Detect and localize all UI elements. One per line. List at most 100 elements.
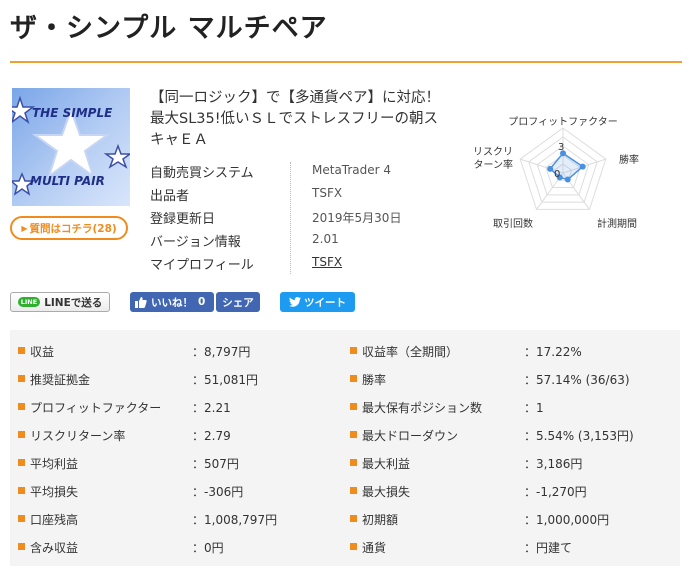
- bullet-square-icon: [18, 431, 25, 438]
- stat-value: ：17.22%: [524, 345, 582, 359]
- stat-label: 最大損失: [362, 485, 411, 499]
- stat-label: 含み収益: [30, 541, 79, 555]
- stat-label: 平均損失: [30, 485, 79, 499]
- tweet-label: ツイート: [304, 296, 346, 309]
- info-label: マイプロフィール: [150, 258, 254, 273]
- info-value: 2019年5月30日: [312, 211, 402, 225]
- info-value: TSFX: [312, 186, 343, 200]
- bullet-square-icon: [18, 347, 25, 354]
- bullet-square-icon: [18, 459, 25, 466]
- image-text-line2: MULTI PAIR: [30, 174, 105, 188]
- bullet-square-icon: [350, 347, 357, 354]
- bullet-square-icon: [18, 403, 25, 410]
- stats-panel: 収益 ：8,797円 推奨証拠金 ：51,081円 プロフィットファクター ：2.21…: [10, 330, 680, 566]
- radar-scale-label: 3: [558, 142, 564, 153]
- stat-label: 初期額: [362, 513, 399, 527]
- question-button[interactable]: ▶ 質問はコチラ(28): [10, 216, 128, 240]
- profile-link[interactable]: TSFX: [312, 255, 342, 269]
- info-label: バージョン情報: [150, 235, 241, 250]
- stat-value: ：3,186円: [524, 457, 583, 471]
- bullet-square-icon: [350, 403, 357, 410]
- radar-axis-label: 計測期間: [597, 217, 637, 230]
- stat-item: 最大損失 ：-1,270円: [342, 476, 672, 504]
- page-title: ザ・シンプル マルチペア: [10, 13, 328, 44]
- stat-value: ：円建て: [524, 541, 573, 555]
- stat-item: 平均損失 ：-306円: [10, 476, 340, 504]
- line-send-label: LINEで送る: [44, 296, 103, 309]
- info-label: 出品者: [150, 189, 190, 204]
- question-button-label: 質問はコチラ(28): [29, 222, 117, 235]
- stat-label: 口座残高: [30, 513, 79, 527]
- stat-label: 推奨証拠金: [30, 373, 91, 387]
- stat-label: 最大保有ポジション数: [362, 401, 483, 415]
- stat-item: 口座残高 ：1,008,797円: [10, 504, 340, 532]
- bullet-square-icon: [350, 375, 357, 382]
- stat-item: 最大ドローダウン ：5.54% (3,153円): [342, 420, 672, 448]
- stat-label: 勝率: [362, 373, 387, 387]
- title-divider: [10, 61, 682, 63]
- info-column-divider: [290, 162, 291, 274]
- stat-item: 勝率 ：57.14% (36/63): [342, 364, 672, 392]
- stat-value: ：507円: [192, 457, 239, 471]
- stat-value: ：-306円: [192, 485, 244, 499]
- like-label: いいね！: [151, 296, 193, 309]
- stat-label: 最大利益: [362, 457, 411, 471]
- facebook-share-button[interactable]: シェア: [216, 292, 260, 312]
- info-label: 登録更新日: [150, 212, 216, 227]
- radar-chart: 3 0 プロフィットファクター勝率計測期間 取引回数 リスクリターン率: [473, 116, 639, 230]
- stat-label: 収益率（全期間）: [362, 345, 459, 359]
- stat-item: 含み収益 ：0円: [10, 532, 340, 560]
- stat-value: ：2.21: [192, 401, 231, 415]
- like-button[interactable]: いいね！ 0: [130, 292, 214, 312]
- stat-value: ：51,081円: [192, 373, 258, 387]
- radar-scale-label: 0: [554, 169, 560, 180]
- radar-point: [579, 163, 586, 170]
- stat-item: 最大利益 ：3,186円: [342, 448, 672, 476]
- stat-label: 最大ドローダウン: [362, 429, 459, 443]
- bullet-square-icon: [18, 515, 25, 522]
- radar-point: [547, 165, 554, 172]
- like-count: 0: [198, 296, 206, 308]
- bullet-square-icon: [350, 543, 357, 550]
- stat-item: 平均利益 ：507円: [10, 448, 340, 476]
- star-icon: [12, 95, 36, 125]
- radar-axis-label: 勝率: [619, 153, 639, 166]
- twitter-bird-icon: [289, 297, 301, 307]
- info-value: MetaTrader 4: [312, 163, 392, 177]
- stat-item: 収益率（全期間） ：17.22%: [342, 336, 672, 364]
- stat-label: 通貨: [362, 541, 387, 555]
- bullet-square-icon: [350, 515, 357, 522]
- stat-item: 推奨証拠金 ：51,081円: [10, 364, 340, 392]
- bullet-square-icon: [18, 487, 25, 494]
- bullet-square-icon: [18, 543, 25, 550]
- radar-axis-label: リスクリターン率: [473, 146, 513, 171]
- stat-item: 最大保有ポジション数 ：1: [342, 392, 672, 420]
- stat-value: ：2.79: [192, 429, 231, 443]
- stat-value: ：1: [524, 401, 544, 415]
- radar-axis-label: 取引回数: [493, 217, 533, 230]
- bullet-square-icon: [18, 375, 25, 382]
- stat-value: ：0円: [192, 541, 224, 555]
- stat-value: ：57.14% (36/63): [524, 373, 630, 387]
- product-headline: 【同一ロジック】で【多通貨ペア】に対応！最大SL35!低いＳＬでストレスフリーの…: [150, 90, 440, 148]
- stat-value: ：1,008,797円: [192, 513, 278, 527]
- stat-value: ：1,000,000円: [524, 513, 610, 527]
- stat-value: ：5.54% (3,153円): [524, 429, 634, 443]
- stat-label: リスクリターン率: [30, 429, 126, 443]
- bullet-square-icon: [350, 459, 357, 466]
- radar-axis-label: プロフィットファクター: [508, 116, 617, 128]
- radar-point: [564, 176, 571, 183]
- stat-value: ：-1,270円: [524, 485, 587, 499]
- triangle-right-icon: ▶: [21, 223, 28, 233]
- line-send-button[interactable]: LINE LINEで送る: [10, 292, 110, 312]
- stat-value: ：8,797円: [192, 345, 251, 359]
- info-label: 自動売買システム: [150, 166, 254, 181]
- stat-label: 収益: [30, 345, 55, 359]
- tweet-button[interactable]: ツイート: [280, 292, 355, 312]
- info-value: 2.01: [312, 232, 339, 246]
- line-icon: LINE: [17, 297, 41, 307]
- stat-item: 収益 ：8,797円: [10, 336, 340, 364]
- stat-label: 平均利益: [30, 457, 79, 471]
- stat-label: プロフィットファクター: [30, 401, 162, 415]
- image-text-line1: THE SIMPLE: [32, 106, 113, 120]
